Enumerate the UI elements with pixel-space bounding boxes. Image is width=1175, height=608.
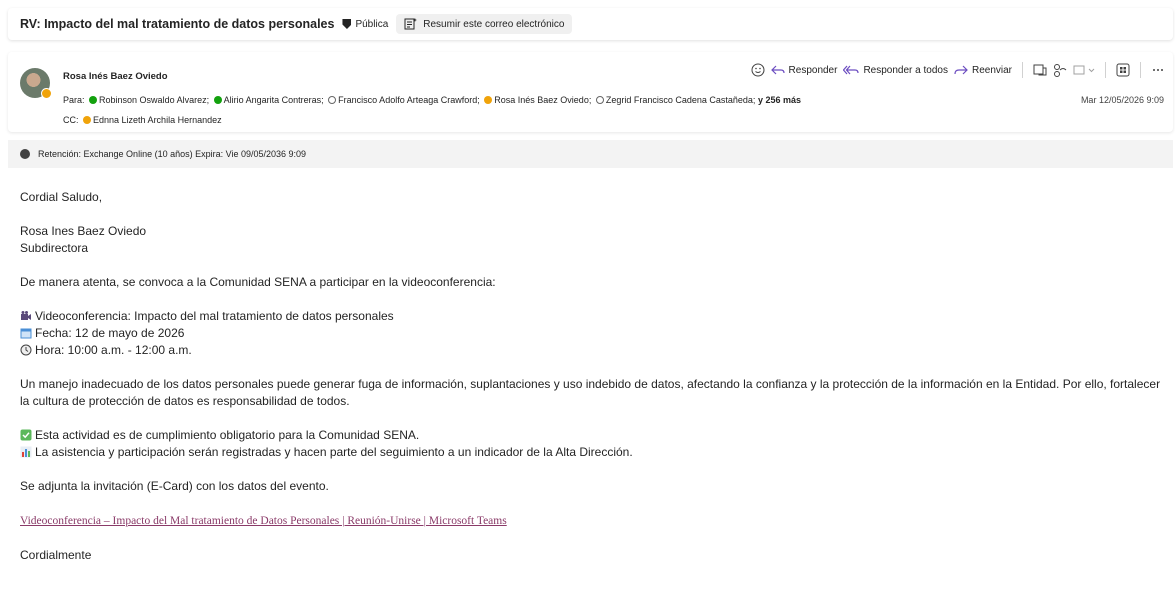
presence-away-icon: [41, 88, 52, 99]
reply-all-icon: [843, 65, 860, 75]
message-actions: Responder Responder a todos Reenviar: [751, 62, 1165, 78]
main-paragraph: Un manejo inadecuado de los datos person…: [20, 377, 1161, 408]
to-label: Para:: [63, 95, 85, 105]
check-mark-icon: [20, 429, 32, 441]
more-options-button[interactable]: [1151, 63, 1165, 77]
mandatory-text: Esta actividad es de cumplimiento obliga…: [35, 428, 420, 442]
recipient[interactable]: Zegrid Francisco Cadena Castañeda;: [606, 95, 756, 105]
more-recipients-link[interactable]: y 256 más: [758, 95, 801, 105]
recipient[interactable]: Robinson Oswaldo Alvarez;: [99, 95, 209, 105]
loop-button[interactable]: [1053, 63, 1067, 77]
avatar[interactable]: [20, 68, 52, 99]
shield-icon: [342, 19, 352, 29]
teams-icon: [1033, 64, 1047, 76]
intro-text: De manera atenta, se convoca a la Comuni…: [20, 275, 496, 289]
attendance-line: La asistencia y participación serán regi…: [20, 444, 1170, 461]
message-body: Cordial Saludo, Rosa Ines Baez Oviedo Su…: [20, 189, 1170, 564]
reply-icon: [770, 65, 785, 75]
date-line: Fecha: 12 de mayo de 2026: [20, 325, 1170, 342]
bar-chart-icon: [20, 446, 32, 458]
clock-icon: [20, 344, 32, 356]
event-text: Videoconferencia: Impacto del mal tratam…: [35, 309, 394, 323]
presence-away-icon: [484, 96, 493, 104]
forward-icon: [954, 65, 968, 75]
presence-offline-icon: [328, 96, 337, 104]
closing: Cordialmente: [20, 548, 92, 562]
reply-button[interactable]: Responder: [770, 64, 838, 76]
summarize-label: Resumir este correo electrónico: [423, 18, 565, 30]
teams-button[interactable]: [1033, 63, 1047, 77]
time-text: Hora: 10:00 a.m. - 12:00 a.m.: [35, 343, 192, 357]
emoji-reaction-button[interactable]: [751, 63, 765, 77]
presence-available-icon: [213, 96, 222, 104]
to-line: Para: Robinson Oswaldo Alvarez; Alirio A…: [63, 95, 801, 105]
apps-icon: [1116, 63, 1130, 77]
time-line: Hora: 10:00 a.m. - 12:00 a.m.: [20, 342, 1170, 359]
mandatory-line: Esta actividad es de cumplimiento obliga…: [20, 427, 1170, 444]
calendar-icon: [20, 328, 32, 339]
reply-all-label: Responder a todos: [863, 64, 948, 76]
summarize-button[interactable]: Resumir este correo electrónico: [396, 14, 573, 34]
video-camera-icon: [21, 311, 31, 320]
recipient[interactable]: Francisco Adolfo Arteaga Crawford;: [338, 95, 480, 105]
event-line: Videoconferencia: Impacto del mal tratam…: [20, 308, 1170, 325]
signature-name: Rosa Ines Baez Oviedo: [20, 224, 147, 238]
recipient[interactable]: Alirio Angarita Contreras;: [224, 95, 324, 105]
presence-away-icon: [83, 116, 92, 124]
teams-meeting-link[interactable]: Videoconferencia – Impacto del Mal trata…: [20, 515, 507, 527]
sensitivity-label[interactable]: Pública: [355, 19, 388, 30]
presence-available-icon: [89, 96, 98, 104]
apps-button[interactable]: [1116, 63, 1130, 77]
retention-text: Retención: Exchange Online (10 años) Exp…: [38, 149, 307, 159]
date-text: Fecha: 12 de mayo de 2026: [35, 326, 185, 340]
forward-label: Reenviar: [971, 64, 1012, 76]
presence-offline-icon: [595, 96, 604, 104]
sent-date: Mar 12/05/2026 9:09: [1080, 95, 1164, 105]
cc-line: CC: Ednna Lizeth Archila Hernandez: [63, 115, 222, 125]
reply-label: Responder: [788, 64, 838, 76]
greeting: Cordial Saludo,: [20, 190, 103, 204]
divider: [1105, 62, 1106, 78]
email-subject: RV: Impacto del mal tratamiento de datos…: [20, 17, 335, 31]
attendance-text: La asistencia y participación serán regi…: [35, 445, 633, 459]
sender-name[interactable]: Rosa Inés Baez Oviedo: [63, 71, 168, 82]
retention-banner: Retención: Exchange Online (10 años) Exp…: [8, 140, 1173, 168]
reply-all-button[interactable]: Responder a todos: [843, 64, 948, 76]
cc-label: CC:: [63, 115, 79, 125]
move-to-button[interactable]: [1073, 64, 1095, 76]
recipient[interactable]: Rosa Inés Baez Oviedo;: [494, 95, 591, 105]
forward-button[interactable]: Reenviar: [954, 64, 1012, 76]
subject-bar: RV: Impacto del mal tratamiento de datos…: [8, 8, 1173, 40]
more-icon: [1153, 69, 1163, 71]
summarize-icon: [404, 18, 418, 30]
message-header: Rosa Inés Baez Oviedo Responder Responde…: [8, 52, 1173, 132]
loop-icon: [1054, 64, 1067, 77]
divider: [1140, 62, 1141, 78]
attach-text: Se adjunta la invitación (E-Card) con lo…: [20, 479, 329, 493]
divider: [1022, 62, 1023, 78]
move-to-icon: [1073, 65, 1095, 75]
cc-recipient[interactable]: Ednna Lizeth Archila Hernandez: [93, 115, 222, 125]
smiley-icon: [751, 63, 765, 77]
signature-title: Subdirectora: [20, 241, 89, 255]
info-icon: [20, 149, 30, 159]
